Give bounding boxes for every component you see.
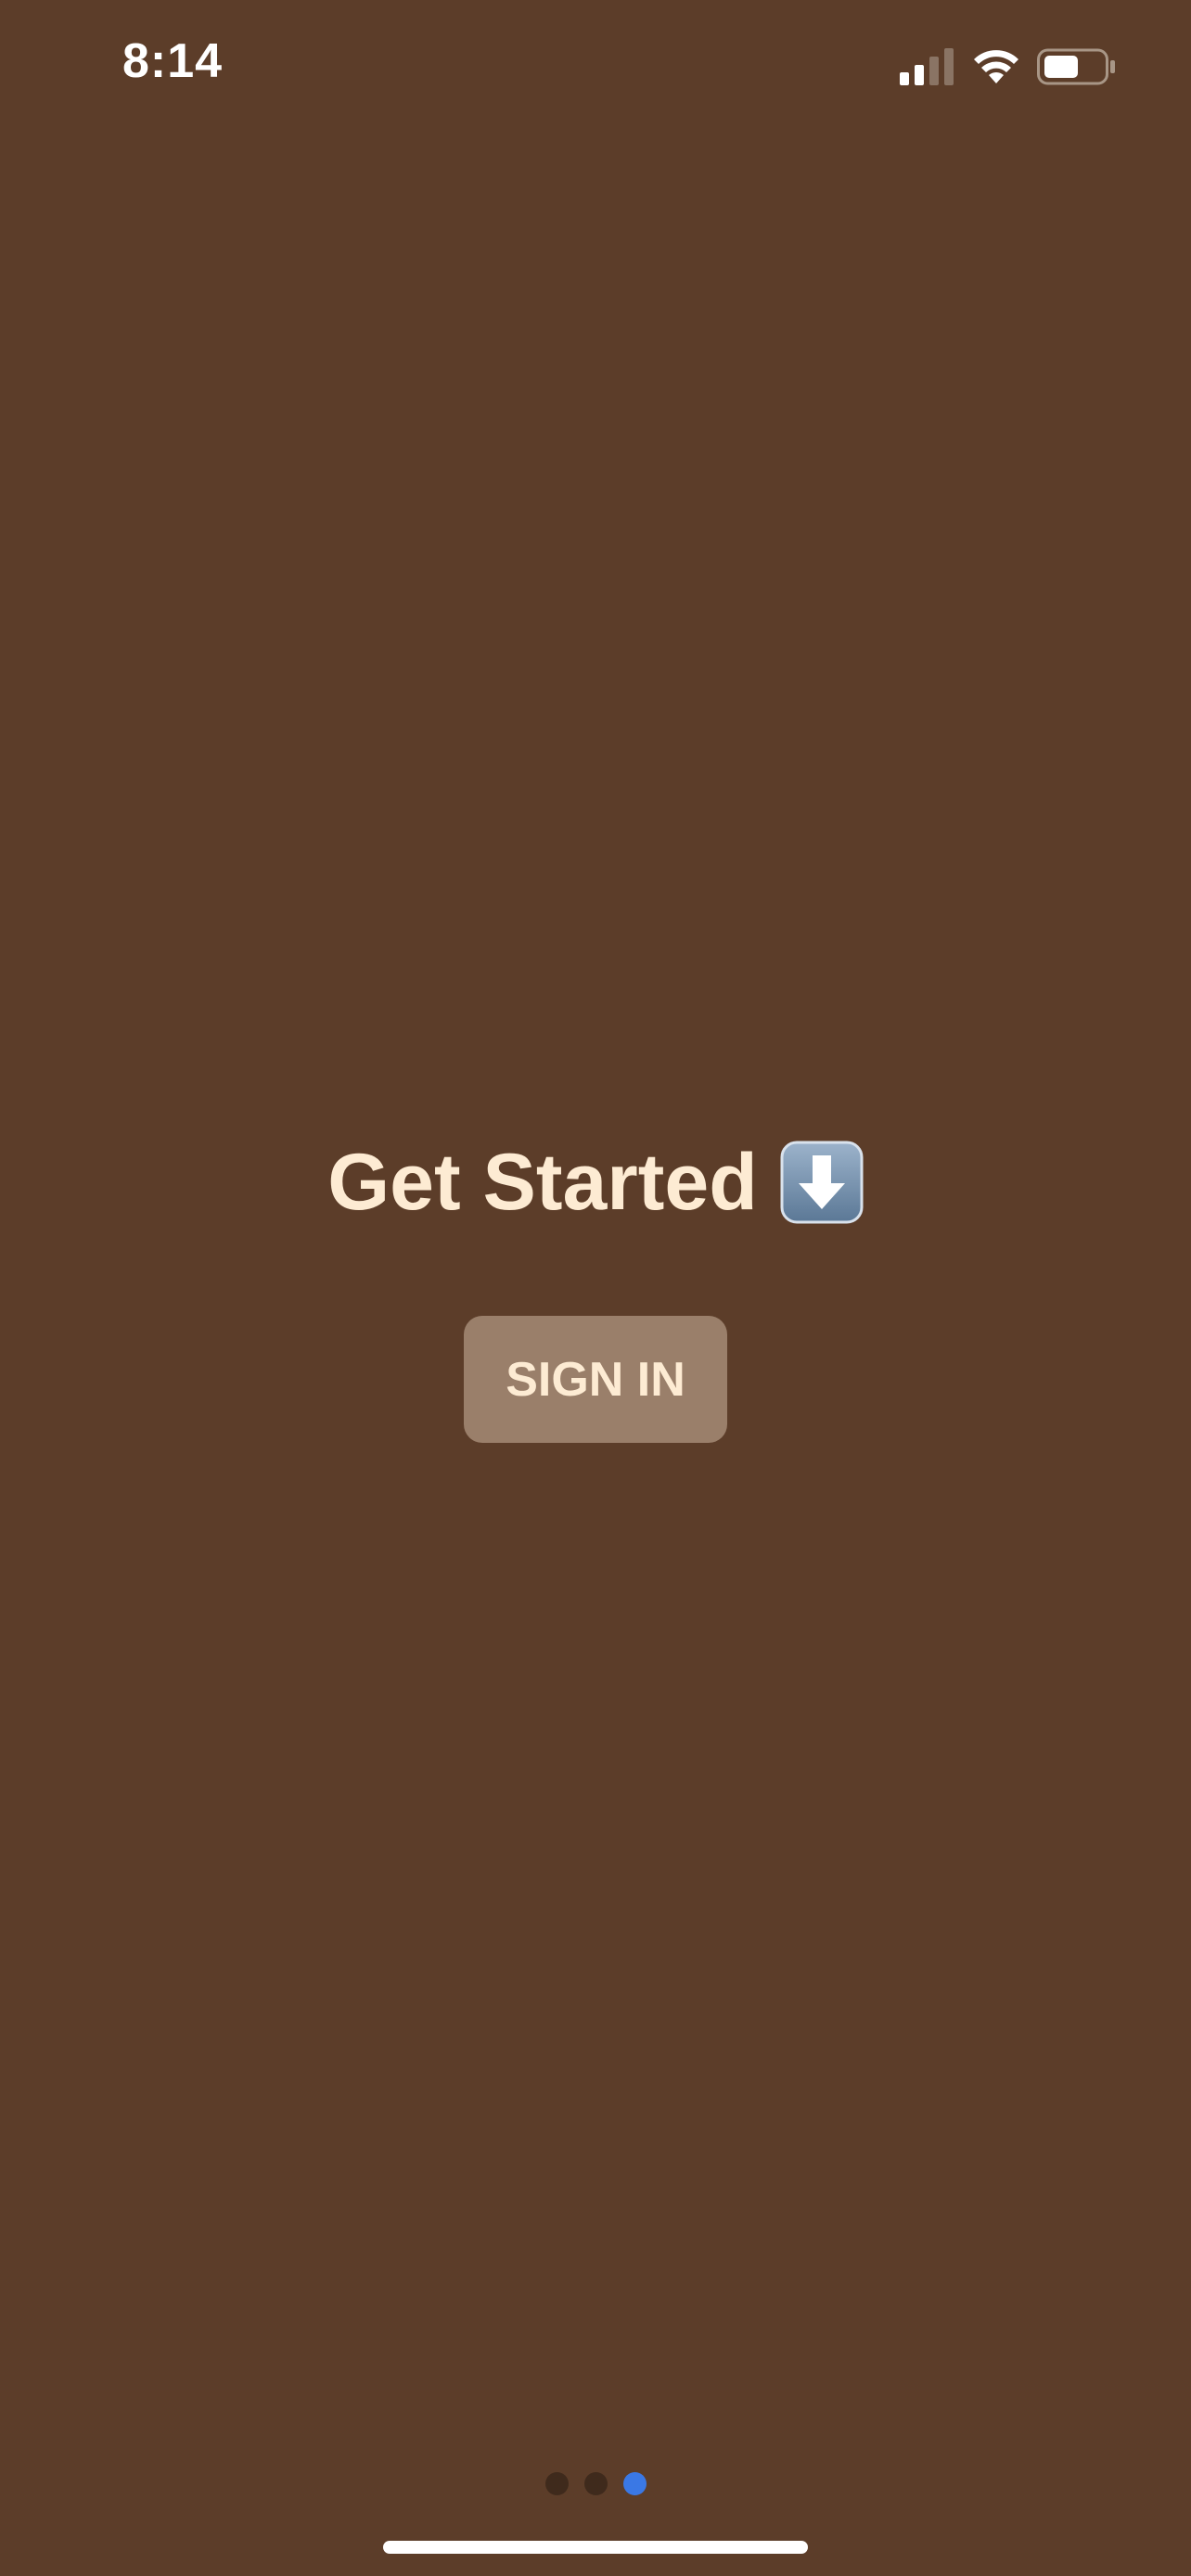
status-bar: 8:14 [0,0,1191,139]
get-started-section: Get Started [0,1113,1191,1252]
headline: Get Started [327,1113,864,1252]
sign-in-button[interactable]: SIGN IN [464,1316,727,1443]
page-indicator [0,2472,1191,2495]
page-dot-3-active[interactable] [622,2472,647,2495]
wifi-icon [974,50,1018,83]
home-indicator[interactable] [383,2541,808,2554]
page-dot-1[interactable] [544,2472,569,2495]
status-time: 8:14 [122,34,224,88]
down-arrow-emoji-icon [780,1141,864,1224]
page-dot-2[interactable] [583,2472,608,2495]
page-title: Get Started [327,1137,758,1227]
battery-icon [1037,48,1115,85]
cellular-signal-icon [900,48,954,85]
